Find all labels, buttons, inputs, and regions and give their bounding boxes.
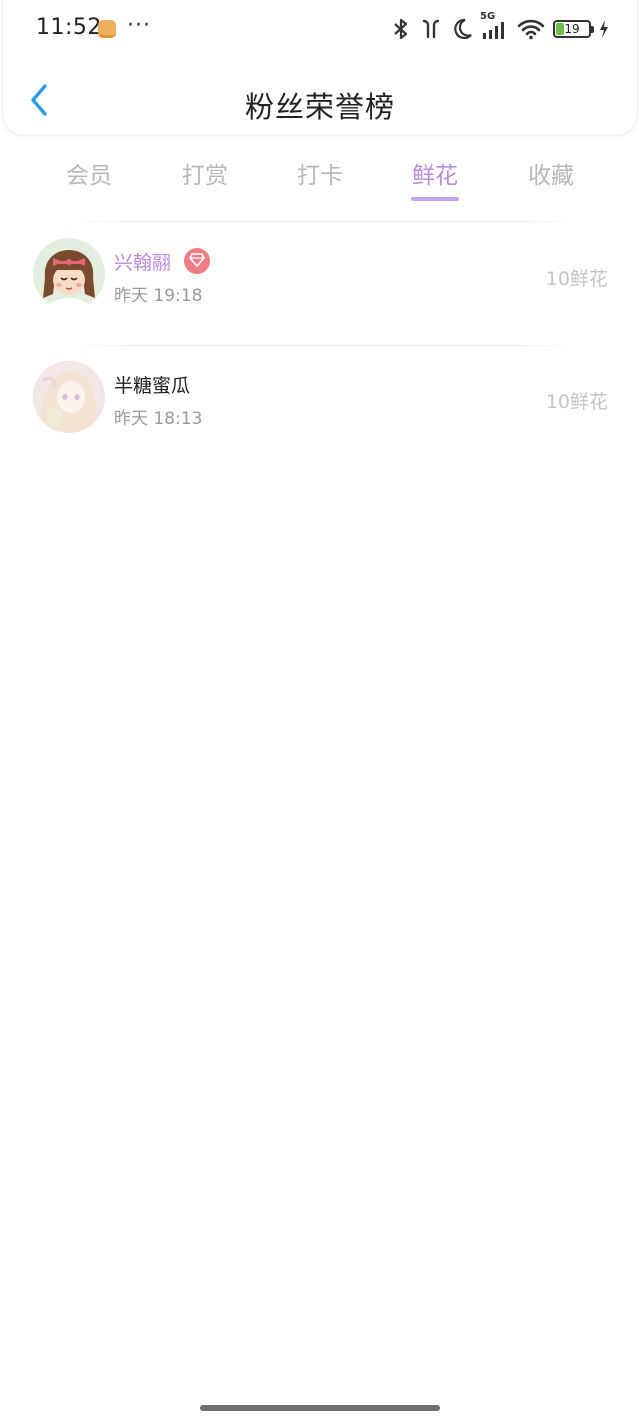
list-item[interactable]: 半糖蜜瓜 昨天 18:13 10鲜花 bbox=[0, 355, 640, 475]
active-tab-indicator bbox=[411, 197, 459, 201]
divider bbox=[70, 221, 580, 222]
vip-badge bbox=[184, 248, 210, 274]
tab-checkin[interactable]: 打卡 bbox=[270, 156, 370, 190]
network-type: 5G bbox=[480, 11, 496, 22]
charging-bolt-icon bbox=[599, 17, 609, 41]
status-icons: 5G 19 bbox=[391, 11, 609, 42]
battery-icon: 19 bbox=[553, 20, 594, 38]
battery-level: 19 bbox=[564, 22, 580, 36]
battery-fill bbox=[556, 23, 564, 35]
tab-members[interactable]: 会员 bbox=[39, 156, 139, 190]
page: 11:52 ··· 5G 19 粉丝荣誉榜 会员 打赏 打卡 鲜花 收藏 兴翰翮… bbox=[0, 0, 640, 1423]
tab-flowers[interactable]: 鲜花 bbox=[385, 156, 485, 190]
earbuds-icon bbox=[419, 17, 443, 41]
wifi-icon bbox=[517, 17, 545, 41]
user-name[interactable]: 半糖蜜瓜 bbox=[114, 371, 190, 398]
tab-tips[interactable]: 打赏 bbox=[155, 156, 255, 190]
timestamp: 昨天 19:18 bbox=[114, 286, 203, 306]
page-title: 粉丝荣誉榜 bbox=[244, 90, 395, 124]
avatar[interactable] bbox=[33, 238, 105, 310]
do-not-disturb-moon-icon bbox=[451, 17, 473, 41]
list-item[interactable]: 兴翰翮 昨天 19:18 10鲜花 bbox=[0, 232, 640, 352]
cellular-signal-icon: 5G bbox=[480, 11, 509, 41]
flower-count: 10鲜花 bbox=[545, 391, 608, 413]
diamond-icon bbox=[189, 252, 205, 271]
flower-count: 10鲜花 bbox=[545, 268, 608, 290]
bluetooth-icon bbox=[391, 17, 411, 41]
avatar[interactable] bbox=[33, 361, 105, 433]
header: 11:52 ··· 5G 19 粉丝荣誉榜 bbox=[2, 0, 638, 136]
status-time: 11:52 bbox=[36, 15, 102, 40]
tab-bar: 会员 打赏 打卡 鲜花 收藏 bbox=[0, 148, 640, 204]
user-name[interactable]: 兴翰翮 bbox=[114, 248, 171, 275]
divider bbox=[70, 345, 580, 346]
app-notification-icon bbox=[98, 20, 116, 38]
tab-favorites[interactable]: 收藏 bbox=[501, 156, 601, 190]
status-bar: 11:52 ··· 5G 19 bbox=[3, 0, 637, 58]
navigation-bar: 粉丝荣誉榜 bbox=[3, 70, 637, 134]
home-indicator[interactable] bbox=[200, 1405, 440, 1411]
timestamp: 昨天 18:13 bbox=[114, 409, 203, 429]
more-notifications-icon: ··· bbox=[127, 13, 151, 38]
